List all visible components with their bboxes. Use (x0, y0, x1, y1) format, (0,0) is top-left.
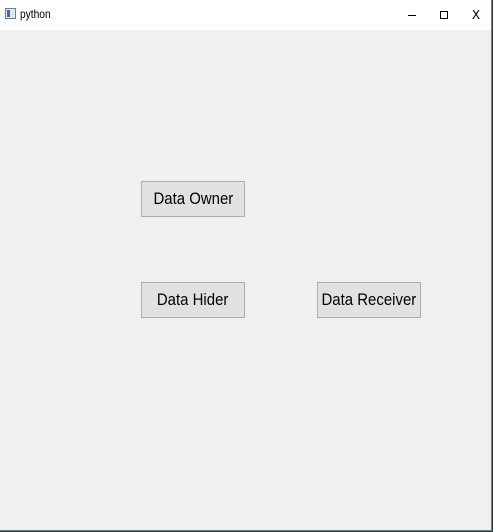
data-hider-button-label: Data Hider (157, 290, 229, 309)
minimize-icon (408, 14, 416, 16)
close-button[interactable]: X (460, 0, 492, 30)
data-receiver-button[interactable]: Data Receiver (317, 282, 421, 318)
data-owner-button[interactable]: Data Owner (141, 181, 245, 217)
maximize-button[interactable] (428, 0, 460, 30)
data-receiver-button-label: Data Receiver (321, 290, 417, 309)
data-owner-button-label: Data Owner (153, 189, 233, 208)
title-bar[interactable]: python X (0, 0, 491, 30)
maximize-icon (440, 11, 448, 19)
close-icon: X (471, 8, 481, 22)
minimize-button[interactable] (396, 0, 428, 30)
app-window: python X Data Owner Data Hider Data Rece… (0, 0, 492, 531)
window-title: python (20, 7, 51, 21)
data-hider-button[interactable]: Data Hider (141, 282, 245, 318)
python-app-icon (5, 8, 16, 19)
